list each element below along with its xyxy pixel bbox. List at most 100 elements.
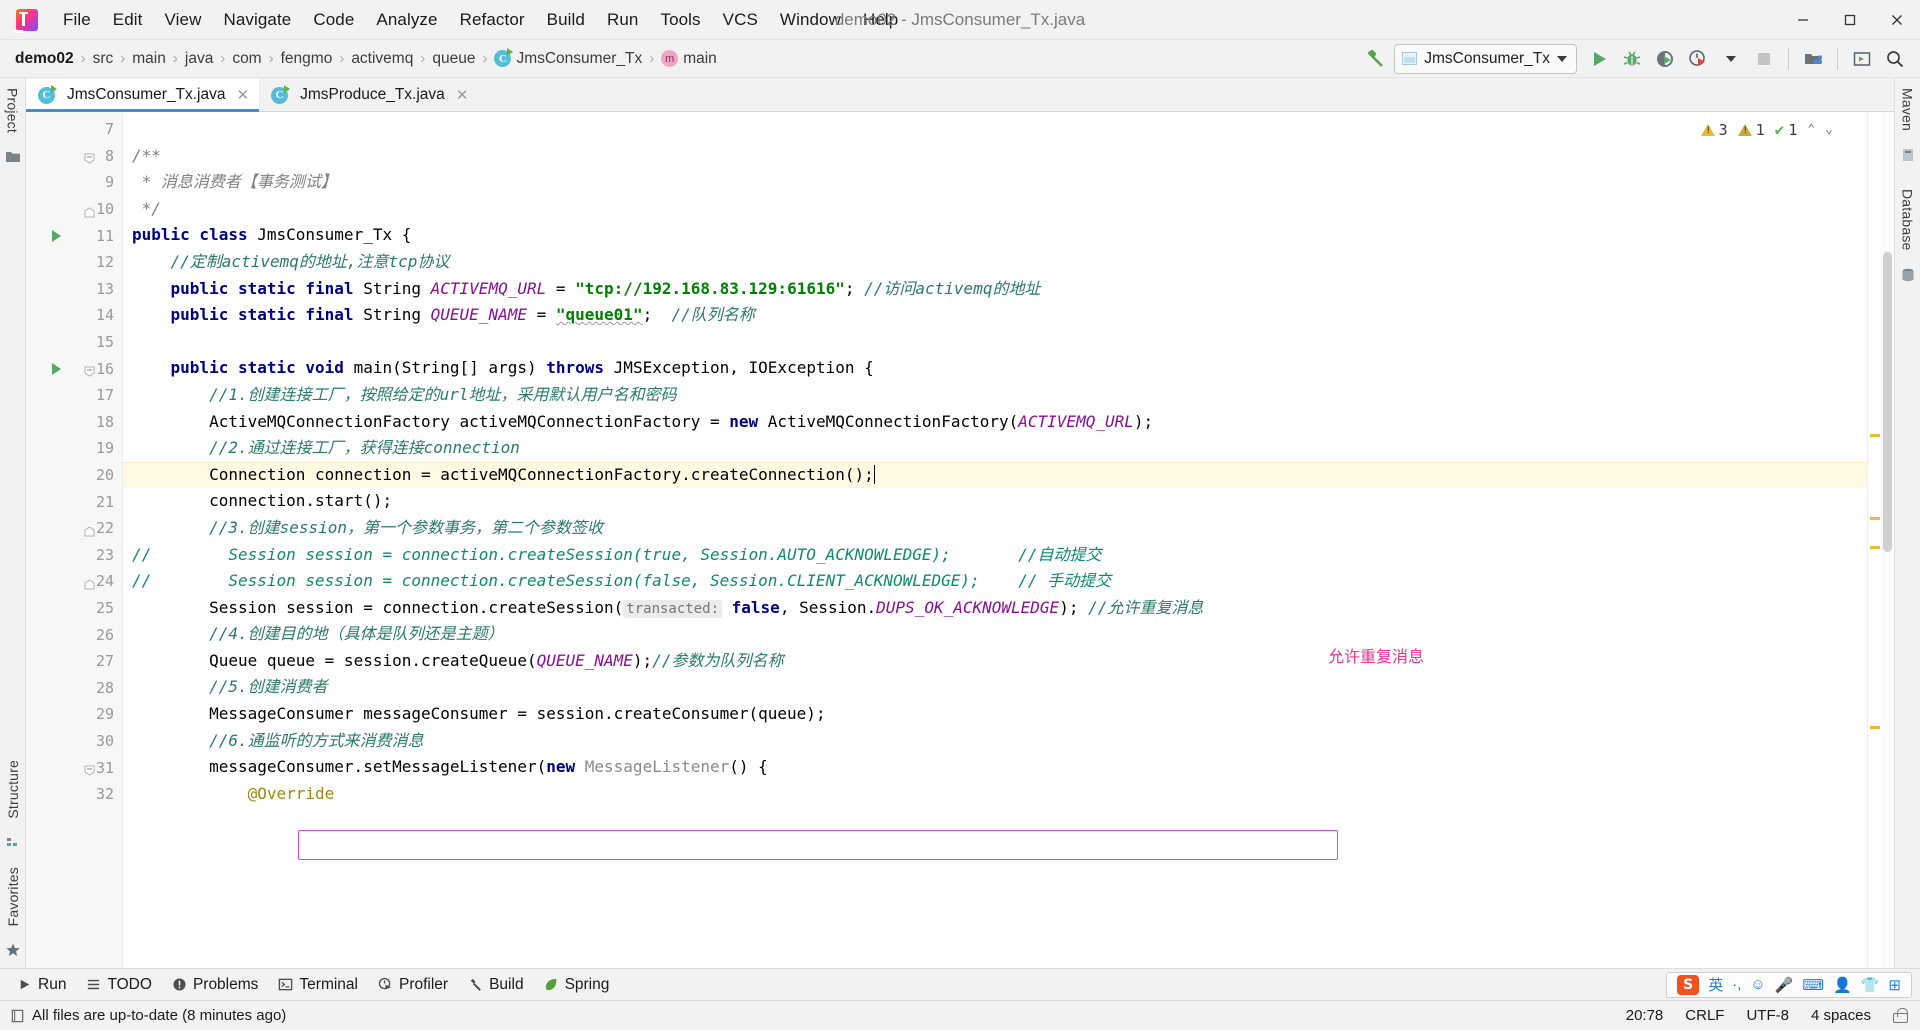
menu-navigate[interactable]: Navigate: [212, 6, 302, 34]
bottom-build[interactable]: Build: [459, 973, 532, 997]
file-encoding[interactable]: UTF-8: [1746, 1007, 1789, 1024]
inspection-warnings[interactable]: 3: [1700, 121, 1728, 139]
sidebar-item-favorites[interactable]: Favorites: [1, 857, 25, 936]
menu-tools[interactable]: Tools: [649, 6, 711, 34]
error-stripe-marker-bar[interactable]: [1867, 112, 1881, 968]
code-line-32[interactable]: @Override: [123, 781, 1867, 808]
close-tab-icon[interactable]: ✕: [456, 86, 469, 104]
code-line-28[interactable]: //5.创建消费者: [123, 674, 1867, 701]
gutter-line-27[interactable]: 27: [26, 648, 122, 675]
next-problem-icon[interactable]: ⌄: [1825, 122, 1833, 137]
gutter-line-21[interactable]: 21: [26, 488, 122, 515]
gutter-line-14[interactable]: 14: [26, 302, 122, 329]
debug-button[interactable]: [1617, 44, 1647, 74]
gutter-line-19[interactable]: 19: [26, 435, 122, 462]
gutter-line-22[interactable]: 22: [26, 515, 122, 542]
code-line-18[interactable]: ActiveMQConnectionFactory activeMQConnec…: [123, 409, 1867, 436]
gutter-line-15[interactable]: 15: [26, 329, 122, 356]
code-line-29[interactable]: MessageConsumer messageConsumer = sessio…: [123, 701, 1867, 728]
ime-language-icon[interactable]: 英: [1708, 974, 1723, 995]
project-structure-button[interactable]: [1798, 44, 1828, 74]
code-line-26[interactable]: //4.创建目的地（具体是队列还是主题）: [123, 621, 1867, 648]
menu-help[interactable]: Help: [852, 6, 909, 34]
ime-account-icon[interactable]: 👤: [1833, 976, 1852, 994]
menu-code[interactable]: Code: [302, 6, 365, 34]
sidebar-item-database[interactable]: Database: [1896, 179, 1920, 261]
error-stripe-marker[interactable]: [1870, 434, 1880, 437]
menu-window[interactable]: Window: [769, 6, 852, 34]
ime-keyboard-icon[interactable]: ⌨: [1802, 976, 1824, 994]
run-gutter-icon[interactable]: [52, 229, 61, 242]
breadcrumb-java[interactable]: java: [182, 48, 216, 70]
editor-tab-jmsproduce[interactable]: JmsProduce_Tx.java ✕: [259, 79, 479, 111]
run-configuration-selector[interactable]: JmsConsumer_Tx: [1394, 43, 1577, 74]
menu-vcs[interactable]: VCS: [712, 6, 769, 34]
search-everywhere-button[interactable]: [1880, 44, 1910, 74]
bottom-terminal[interactable]: Terminal: [269, 973, 367, 997]
bottom-profiler[interactable]: Profiler: [369, 973, 457, 997]
gutter-line-9[interactable]: 9: [26, 169, 122, 196]
gutter-line-23[interactable]: 23: [26, 542, 122, 569]
fold-end-icon[interactable]: [84, 523, 95, 537]
run-gutter-icon[interactable]: [52, 362, 61, 375]
menu-file[interactable]: File: [52, 6, 102, 34]
code-line-27[interactable]: Queue queue = session.createQueue(QUEUE_…: [123, 648, 1867, 675]
sogou-ime-logo-icon[interactable]: S: [1677, 974, 1700, 995]
code-line-9[interactable]: * 消息消费者【事务测试】: [123, 169, 1867, 196]
run-button[interactable]: [1584, 44, 1614, 74]
close-tab-icon[interactable]: ✕: [237, 86, 250, 104]
caret-position[interactable]: 20:78: [1626, 1007, 1664, 1024]
code-line-22[interactable]: //3.创建session，第一个参数事务，第二个参数签收: [123, 515, 1867, 542]
editor-tab-jmsconsumer[interactable]: JmsConsumer_Tx.java ✕: [26, 79, 260, 112]
bottom-spring[interactable]: Spring: [535, 973, 619, 997]
bottom-problems[interactable]: Problems: [163, 973, 267, 997]
error-stripe-marker[interactable]: [1870, 726, 1880, 729]
code-line-14[interactable]: public static final String QUEUE_NAME = …: [123, 302, 1867, 329]
breadcrumb-class[interactable]: JmsConsumer_Tx: [491, 48, 645, 70]
gutter-line-25[interactable]: 25: [26, 595, 122, 622]
ime-skin-icon[interactable]: 👕: [1861, 976, 1880, 994]
ime-voice-icon[interactable]: 🎤: [1775, 976, 1794, 994]
minimize-button[interactable]: [1779, 0, 1826, 40]
code-line-31[interactable]: messageConsumer.setMessageListener(new M…: [123, 754, 1867, 781]
profiler-dropdown-button[interactable]: [1716, 44, 1746, 74]
code-line-20[interactable]: Connection connection = activeMQConnecti…: [123, 461, 1867, 489]
gutter-line-32[interactable]: 32: [26, 781, 122, 808]
breadcrumb-method[interactable]: main: [658, 48, 720, 70]
fold-collapse-icon[interactable]: [84, 150, 95, 164]
breadcrumb-queue[interactable]: queue: [429, 48, 478, 70]
gutter-line-7[interactable]: 7: [26, 116, 122, 143]
editor-gutter[interactable]: 7 8 9 10 11 12 13 14 15 16 17 18 19 20 21 22 23 24 25 26 27 2…: [26, 112, 123, 968]
ime-punctuation-icon[interactable]: ·,: [1732, 976, 1741, 993]
build-project-button[interactable]: [1361, 44, 1391, 74]
indent-setting[interactable]: 4 spaces: [1811, 1007, 1871, 1024]
code-line-21[interactable]: connection.start();: [123, 488, 1867, 515]
error-stripe-marker[interactable]: [1870, 517, 1880, 520]
code-area[interactable]: 允许重复消息 3 1 ✔ 1: [123, 112, 1867, 968]
gutter-line-28[interactable]: 28: [26, 674, 122, 701]
run-with-coverage-button[interactable]: [1650, 44, 1680, 74]
code-line-19[interactable]: //2.通过连接工厂，获得连接connection: [123, 435, 1867, 462]
gutter-line-18[interactable]: 18: [26, 409, 122, 436]
gutter-line-26[interactable]: 26: [26, 621, 122, 648]
gutter-line-16[interactable]: 16: [26, 355, 122, 382]
breadcrumb-src[interactable]: src: [90, 48, 117, 70]
menu-build[interactable]: Build: [536, 6, 596, 34]
sidebar-item-structure[interactable]: Structure: [1, 750, 25, 829]
code-line-24[interactable]: // Session session = connection.createSe…: [123, 568, 1867, 595]
menu-analyze[interactable]: Analyze: [365, 6, 448, 34]
sidebar-item-project[interactable]: Project: [1, 78, 25, 143]
code-line-13[interactable]: public static final String ACTIVEMQ_URL …: [123, 276, 1867, 303]
code-line-10[interactable]: */: [123, 196, 1867, 223]
gutter-line-17[interactable]: 17: [26, 382, 122, 409]
gutter-line-13[interactable]: 13: [26, 276, 122, 303]
close-button[interactable]: [1873, 0, 1920, 40]
breadcrumb-fengmo[interactable]: fengmo: [278, 48, 336, 70]
inspection-weak-warnings[interactable]: 1: [1737, 121, 1765, 139]
ime-emoji-icon[interactable]: ☺: [1750, 976, 1765, 993]
menu-view[interactable]: View: [154, 6, 213, 34]
code-line-15[interactable]: [123, 329, 1867, 356]
scrollbar-thumb[interactable]: [1883, 252, 1892, 552]
gutter-line-30[interactable]: 30: [26, 728, 122, 755]
breadcrumb-demo02[interactable]: demo02: [12, 48, 77, 70]
